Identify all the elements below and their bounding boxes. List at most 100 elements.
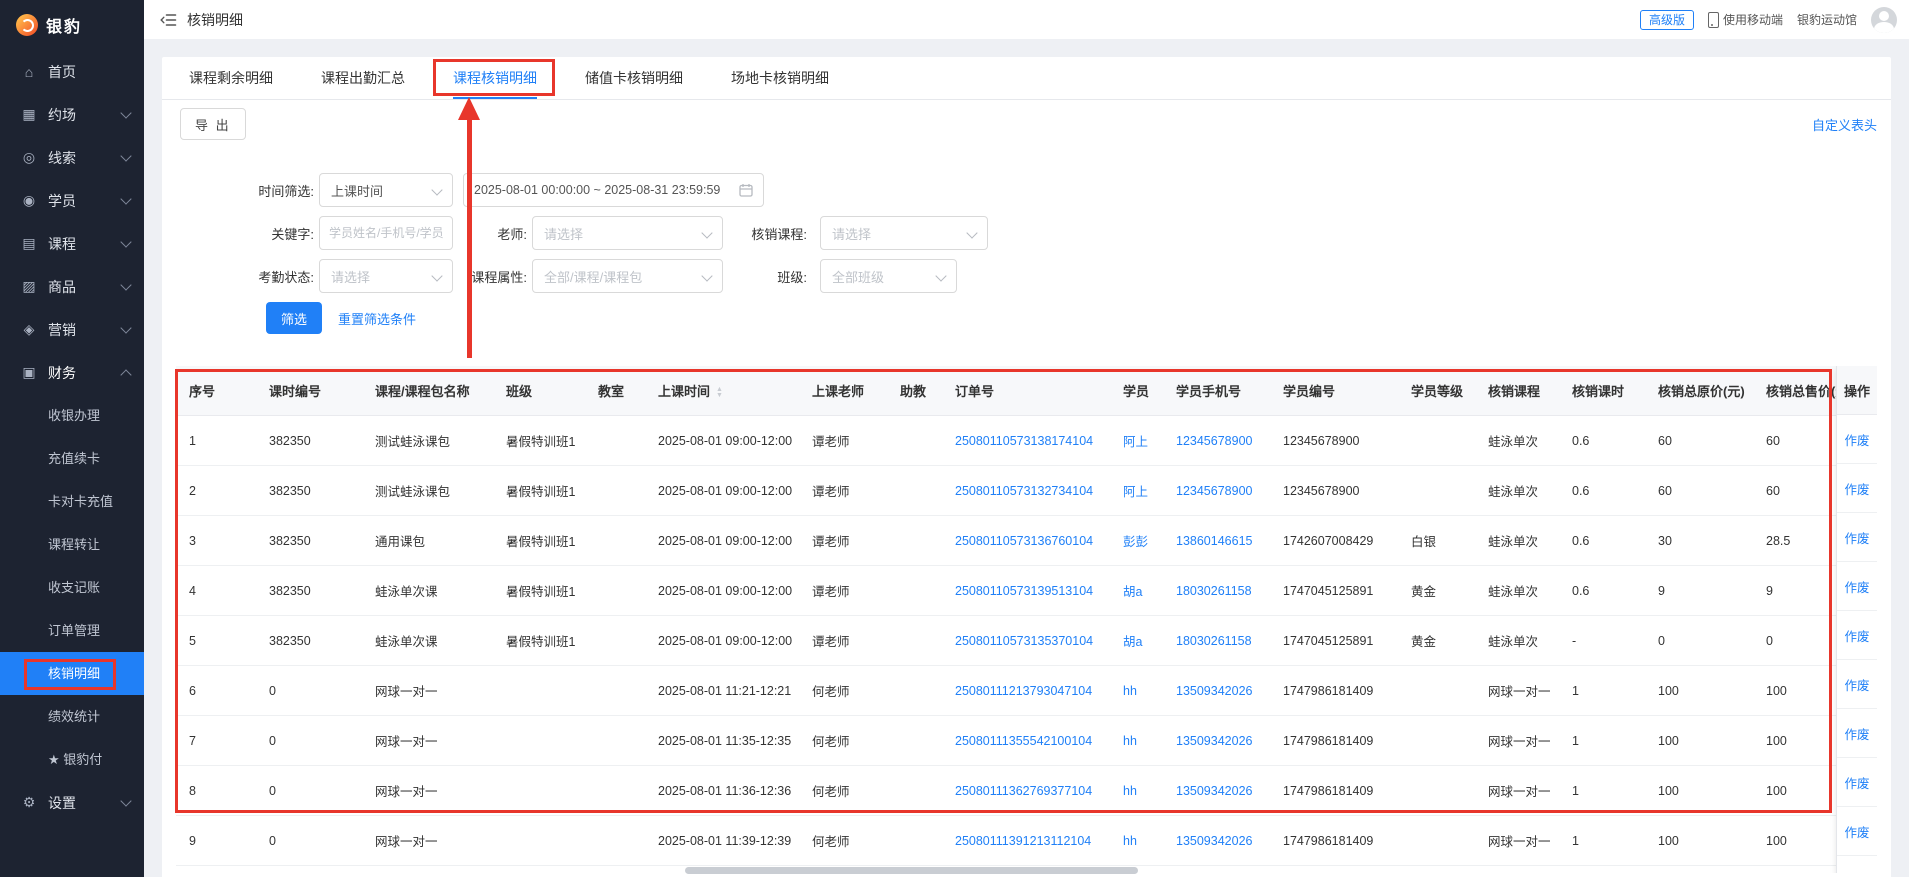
tab[interactable]: 场地卡核销明细 <box>731 57 829 99</box>
sidebar-subitem[interactable]: 充值续卡 <box>0 437 144 480</box>
horizontal-scrollbar-thumb[interactable] <box>685 867 1138 874</box>
table-cell: 0 <box>256 765 362 816</box>
student-link[interactable]: hh <box>1123 834 1137 848</box>
student-link[interactable]: 胡a <box>1123 585 1142 599</box>
void-link[interactable]: 作废 <box>1844 430 1869 449</box>
sidebar-subitem[interactable]: 收银办理 <box>0 394 144 437</box>
course-select[interactable]: 请选择 <box>820 216 988 250</box>
tab[interactable]: 储值卡核销明细 <box>585 57 683 99</box>
tab[interactable]: 课程出勤汇总 <box>321 57 405 99</box>
sidebar-item-students[interactable]: ◉ 学员 <box>0 179 144 222</box>
date-range-picker[interactable]: 2025-08-01 00:00:00 ~ 2025-08-31 23:59:5… <box>463 173 764 207</box>
mobile-app-link[interactable]: 使用移动端 <box>1707 11 1783 28</box>
sidebar-subitem[interactable]: 卡对卡充值 <box>0 480 144 523</box>
sidebar-item-marketing[interactable]: ◈ 营销 <box>0 308 144 351</box>
order-link[interactable]: 25080110573138174104 <box>955 434 1093 448</box>
order-link[interactable]: 25080111391213112104 <box>955 834 1091 848</box>
void-link[interactable]: 作废 <box>1844 577 1869 596</box>
table-cell: 2025-08-01 09:00-12:00 <box>645 415 799 466</box>
sidebar-item-courses[interactable]: ▤ 课程 <box>0 222 144 265</box>
phone-link[interactable]: 13509342026 <box>1176 684 1252 698</box>
student-link[interactable]: 胡a <box>1123 635 1142 649</box>
phone-link[interactable]: 13860146615 <box>1176 534 1252 548</box>
phone-link[interactable]: 12345678900 <box>1176 484 1252 498</box>
table-cell: 2025-08-01 11:21-12:21 <box>645 665 799 716</box>
sidebar-subitem[interactable]: 核销明细 <box>0 652 144 695</box>
table-cell: 13509342026 <box>1163 665 1270 716</box>
leads-icon: ◎ <box>22 149 36 165</box>
store-name[interactable]: 银豹运动馆 <box>1797 11 1857 28</box>
column-header-label: 序号 <box>189 384 216 399</box>
table-cell <box>887 615 942 666</box>
table-cell: 2025-08-01 09:00-12:00 <box>645 565 799 616</box>
action-cell: 作废 <box>1837 856 1877 873</box>
column-header: 学员编号 <box>1270 366 1398 416</box>
student-link[interactable]: hh <box>1123 784 1137 798</box>
phone-link[interactable]: 12345678900 <box>1176 434 1252 448</box>
sidebar-item-booking[interactable]: ▦ 约场 <box>0 93 144 136</box>
student-link[interactable]: hh <box>1123 684 1137 698</box>
sidebar-subitem[interactable]: 课程转让 <box>0 523 144 566</box>
void-link[interactable]: 作废 <box>1844 675 1869 694</box>
teacher-select[interactable]: 请选择 <box>532 216 723 250</box>
order-link[interactable]: 25080110573135370104 <box>955 634 1093 648</box>
sidebar-item-leads[interactable]: ◎ 线索 <box>0 136 144 179</box>
table-cell <box>585 715 645 766</box>
void-link[interactable]: 作废 <box>1844 528 1869 547</box>
filter-reset-link[interactable]: 重置筛选条件 <box>338 309 416 328</box>
customize-columns-link[interactable]: 自定义表头 <box>1812 115 1877 134</box>
attendance-select[interactable]: 请选择 <box>319 259 453 293</box>
sidebar-item-label: 线索 <box>48 149 76 166</box>
table-cell: 何老师 <box>799 815 887 866</box>
sidebar-subitem[interactable]: 订单管理 <box>0 609 144 652</box>
phone-link[interactable]: 18030261158 <box>1176 634 1252 648</box>
phone-link[interactable]: 13509342026 <box>1176 784 1252 798</box>
collapse-sidebar-icon[interactable] <box>160 13 177 27</box>
sidebar-subitem[interactable]: 收支记账 <box>0 566 144 609</box>
student-link[interactable]: 彭彭 <box>1123 535 1148 549</box>
keyword-input[interactable] <box>319 216 453 250</box>
tab[interactable]: 课程剩余明细 <box>189 57 273 99</box>
column-header-label: 核销总原价(元) <box>1658 384 1745 399</box>
order-link[interactable]: 25080111362769377104 <box>955 784 1092 798</box>
order-link[interactable]: 25080111213793047104 <box>955 684 1092 698</box>
phone-link[interactable]: 13509342026 <box>1176 834 1252 848</box>
time-filter-select[interactable]: 上课时间 <box>319 173 453 207</box>
class-select-value: 全部班级 <box>832 269 885 285</box>
table-cell: 彭彭 <box>1110 515 1163 566</box>
table-cell: 网球一对一 <box>1475 865 1559 873</box>
export-button[interactable]: 导 出 <box>180 108 246 140</box>
void-link[interactable]: 作废 <box>1844 479 1869 498</box>
void-link[interactable]: 作废 <box>1844 871 1869 874</box>
mobile-app-label: 使用移动端 <box>1722 13 1783 27</box>
void-link[interactable]: 作废 <box>1844 724 1869 743</box>
course-attr-select[interactable]: 全部/课程/课程包 <box>532 259 723 293</box>
avatar[interactable] <box>1871 6 1897 33</box>
sort-icon[interactable]: ▲ ▼ <box>716 386 723 399</box>
sort-desc-icon: ▼ <box>716 391 723 399</box>
sidebar-subitem[interactable]: ★ 银豹付 <box>0 738 144 781</box>
sidebar-subitem[interactable]: 绩效统计 <box>0 695 144 738</box>
order-link[interactable]: 25080110573136760104 <box>955 534 1093 548</box>
class-select[interactable]: 全部班级 <box>820 259 957 293</box>
void-link[interactable]: 作废 <box>1844 626 1869 645</box>
action-cell: 作废 <box>1837 611 1877 660</box>
order-link[interactable]: 25080111355542100104 <box>955 734 1092 748</box>
table-cell: 谭老师 <box>799 565 887 616</box>
sidebar-item-settings[interactable]: ⚙ 设置 <box>0 781 144 824</box>
student-link[interactable]: 阿上 <box>1123 485 1148 499</box>
student-link[interactable]: 阿上 <box>1123 435 1148 449</box>
void-link[interactable]: 作废 <box>1844 822 1869 841</box>
filter-submit-button[interactable]: 筛选 <box>266 302 323 334</box>
sidebar-item-goods[interactable]: ▨ 商品 <box>0 265 144 308</box>
phone-link[interactable]: 13509342026 <box>1176 734 1252 748</box>
void-link[interactable]: 作废 <box>1844 773 1869 792</box>
action-cell: 作废 <box>1837 660 1877 709</box>
order-link[interactable]: 25080110573132734104 <box>955 484 1093 498</box>
sidebar-item-home[interactable]: ⌂ 首页 <box>0 50 144 93</box>
tab[interactable]: 课程核销明细 <box>453 57 537 99</box>
student-link[interactable]: hh <box>1123 734 1137 748</box>
order-link[interactable]: 25080110573139513104 <box>955 584 1093 598</box>
sidebar-item-finance[interactable]: ▣ 财务 <box>0 351 144 394</box>
phone-link[interactable]: 18030261158 <box>1176 584 1252 598</box>
